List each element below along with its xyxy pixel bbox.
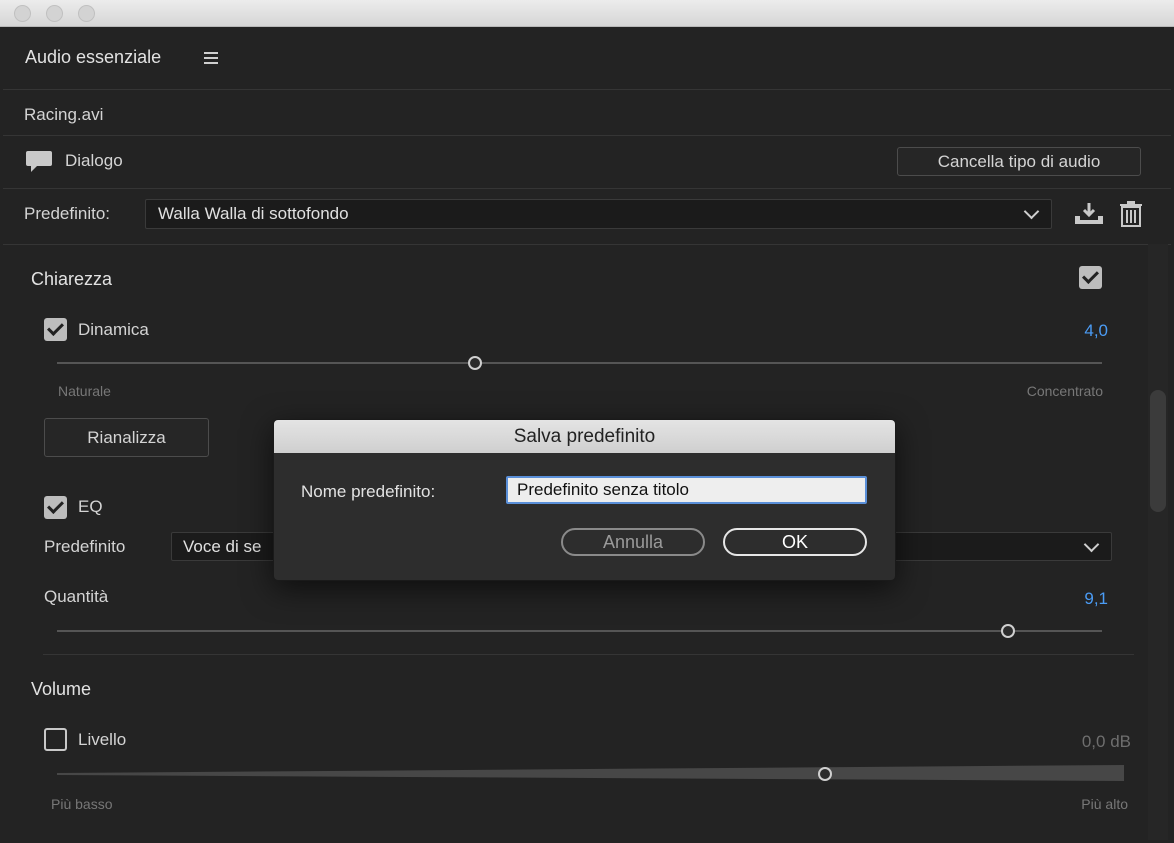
divider — [3, 89, 1171, 90]
chevron-down-icon — [1083, 536, 1100, 553]
panel-menu-icon[interactable] — [204, 52, 218, 64]
level-value[interactable]: 0,0 dB — [1082, 732, 1131, 752]
dynamics-value[interactable]: 4,0 — [1084, 321, 1108, 341]
clarity-enable-checkbox[interactable] — [1079, 266, 1102, 289]
clip-name: Racing.avi — [24, 105, 104, 124]
amount-value[interactable]: 9,1 — [1084, 589, 1108, 609]
trash-icon[interactable] — [1119, 201, 1143, 232]
minimize-window-button[interactable] — [46, 5, 63, 22]
window-titlebar — [0, 0, 1174, 27]
cancel-button[interactable]: Annulla — [561, 528, 705, 556]
dynamics-min-label: Naturale — [58, 383, 111, 399]
dynamics-slider-handle[interactable] — [468, 356, 482, 370]
eq-checkbox[interactable] — [44, 496, 67, 519]
eq-preset-label: Predefinito — [44, 537, 126, 556]
divider — [3, 244, 1171, 245]
close-window-button[interactable] — [14, 5, 31, 22]
preset-name-label: Nome predefinito: — [301, 482, 436, 501]
reanalyze-button[interactable]: Rianalizza — [44, 418, 209, 457]
divider — [3, 135, 1171, 136]
speech-bubble-icon — [25, 150, 53, 179]
save-preset-icon[interactable] — [1074, 202, 1104, 231]
clarity-section-title: Chiarezza — [31, 269, 113, 289]
level-max-label: Più alto — [1081, 796, 1128, 812]
preset-dropdown-value: Walla Walla di sottofondo — [158, 204, 349, 223]
clear-audio-type-button[interactable]: Cancella tipo di audio — [897, 147, 1141, 176]
zoom-window-button[interactable] — [78, 5, 95, 22]
eq-preset-dropdown-value: Voce di se — [183, 537, 262, 556]
panel-title: Audio essenziale — [25, 47, 162, 67]
dynamics-slider-track[interactable] — [57, 362, 1102, 364]
level-min-label: Più basso — [51, 796, 113, 812]
level-slider-track[interactable] — [57, 763, 1124, 788]
dynamics-label: Dinamica — [78, 320, 149, 339]
ok-button[interactable]: OK — [723, 528, 867, 556]
amount-slider-handle[interactable] — [1000, 624, 1015, 638]
divider — [43, 654, 1134, 655]
chevron-down-icon — [1023, 203, 1040, 220]
level-checkbox[interactable] — [44, 728, 67, 751]
scrollbar-track[interactable] — [1148, 244, 1168, 840]
dialog-title: Salva predefinito — [274, 420, 895, 453]
amount-label: Quantità — [44, 587, 109, 606]
amount-slider-track[interactable] — [57, 630, 1102, 632]
audio-type-label: Dialogo — [65, 151, 123, 170]
preset-name-input[interactable]: Predefinito senza titolo — [506, 476, 867, 504]
level-label: Livello — [78, 730, 127, 749]
dynamics-max-label: Concentrato — [1026, 383, 1103, 399]
volume-section-title: Volume — [31, 679, 92, 699]
scrollbar-thumb[interactable] — [1150, 390, 1166, 512]
preset-dropdown[interactable]: Walla Walla di sottofondo — [145, 199, 1052, 229]
dynamics-checkbox[interactable] — [44, 318, 67, 341]
save-preset-dialog: Salva predefinito Nome predefinito: Pred… — [273, 419, 896, 581]
preset-label: Predefinito: — [24, 204, 110, 223]
eq-label: EQ — [78, 497, 103, 516]
divider — [3, 188, 1171, 189]
